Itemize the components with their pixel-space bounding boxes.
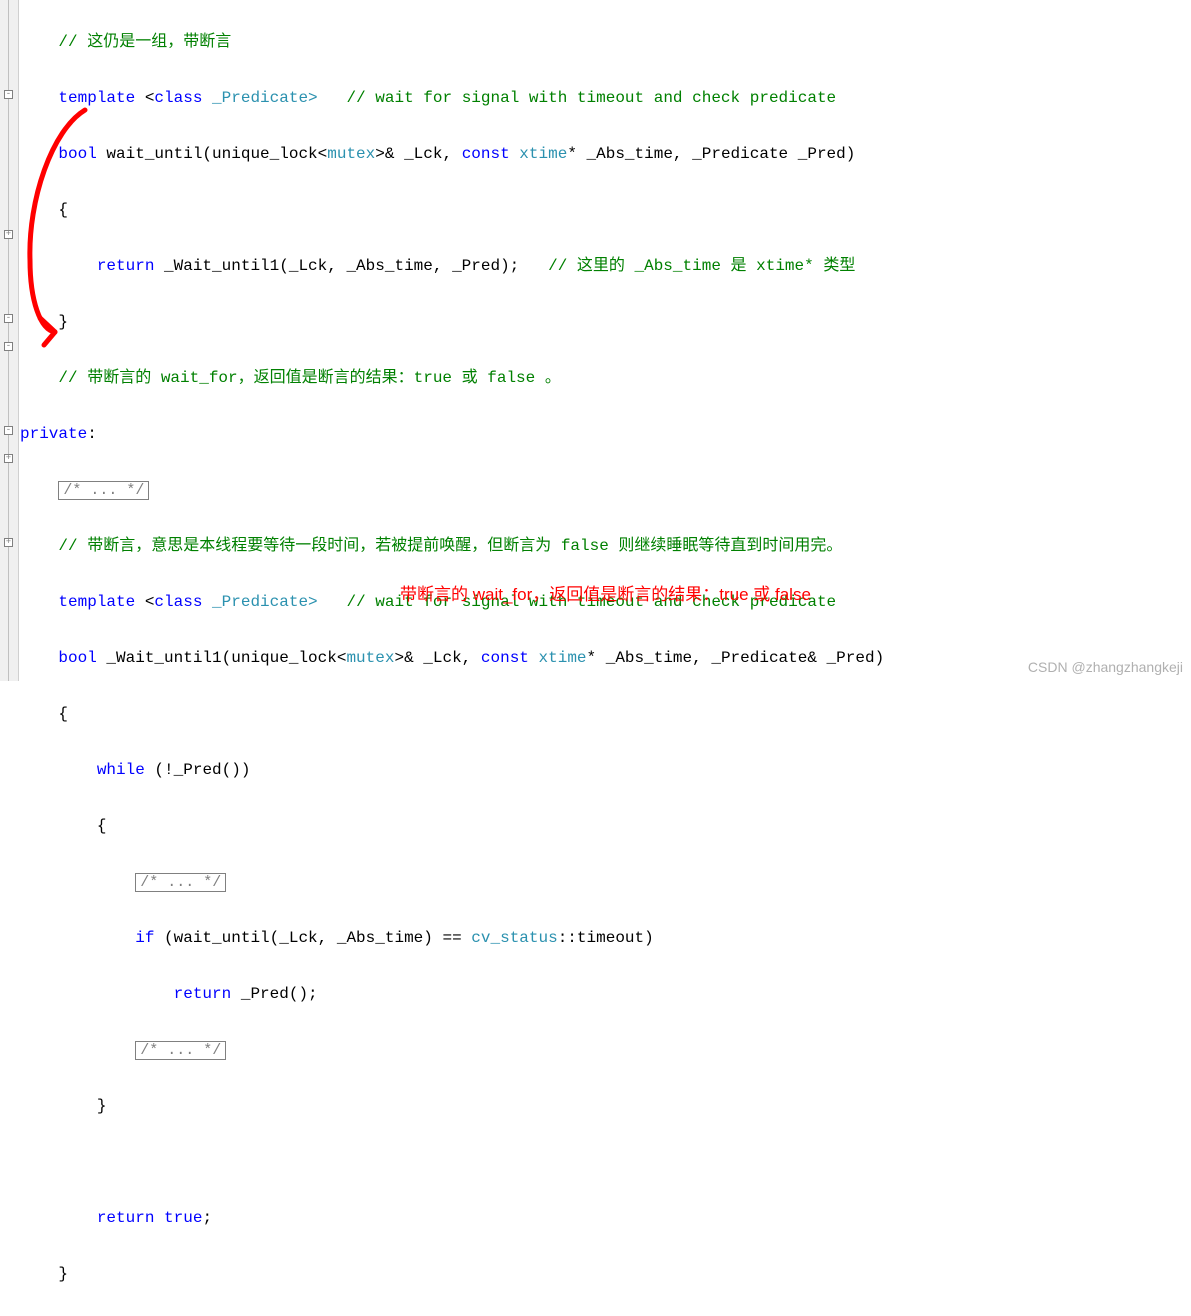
code-line: }	[20, 1260, 884, 1288]
code-line: template <class _Predicate> // wait for …	[20, 84, 884, 112]
code-line: // 这仍是一组，带断言	[20, 28, 884, 56]
code-line: {	[20, 196, 884, 224]
code-line: return _Wait_until1(_Lck, _Abs_time, _Pr…	[20, 252, 884, 280]
code-line: if (wait_until(_Lck, _Abs_time) == cv_st…	[20, 924, 884, 952]
code-line: return _Pred();	[20, 980, 884, 1008]
code-line: }	[20, 308, 884, 336]
code-line: // 带断言，意思是本线程要等待一段时间，若被提前唤醒，但断言为 false 则…	[20, 532, 884, 560]
collapsed-region[interactable]: /* ... */	[58, 481, 149, 500]
code-line: bool wait_until(unique_lock<mutex>& _Lck…	[20, 140, 884, 168]
fold-box-icon[interactable]: -	[4, 426, 13, 435]
code-line: {	[20, 700, 884, 728]
code-line: /* ... */	[20, 476, 884, 504]
comment: // 这仍是一组，带断言	[58, 33, 231, 51]
code-line: /* ... */	[20, 868, 884, 896]
fold-box-icon[interactable]: +	[4, 454, 13, 463]
fold-box-icon[interactable]: -	[4, 342, 13, 351]
fold-box-icon[interactable]: -	[4, 314, 13, 323]
code-line: private:	[20, 420, 884, 448]
watermark: CSDN @zhangzhangkeji	[1028, 659, 1183, 675]
code-line: while (!_Pred())	[20, 756, 884, 784]
code-line	[20, 1148, 884, 1176]
code-line: /* ... */	[20, 1036, 884, 1064]
fold-box-icon[interactable]: -	[4, 90, 13, 99]
red-annotation-text: 带断言的 wait_for，返回值是断言的结果：true 或 false	[400, 580, 811, 605]
code-area: // 这仍是一组，带断言 template <class _Predicate>…	[20, 0, 884, 1316]
collapsed-region[interactable]: /* ... */	[135, 873, 226, 892]
code-line: }	[20, 1092, 884, 1120]
code-line: return true;	[20, 1204, 884, 1232]
collapsed-region[interactable]: /* ... */	[135, 1041, 226, 1060]
code-line: bool _Wait_until1(unique_lock<mutex>& _L…	[20, 644, 884, 672]
code-line: // 带断言的 wait_for，返回值是断言的结果：true 或 false …	[20, 364, 884, 392]
fold-box-icon[interactable]: +	[4, 538, 13, 547]
gutter: - + - - - + +	[0, 0, 19, 681]
code-line: {	[20, 812, 884, 840]
fold-box-icon[interactable]: +	[4, 230, 13, 239]
